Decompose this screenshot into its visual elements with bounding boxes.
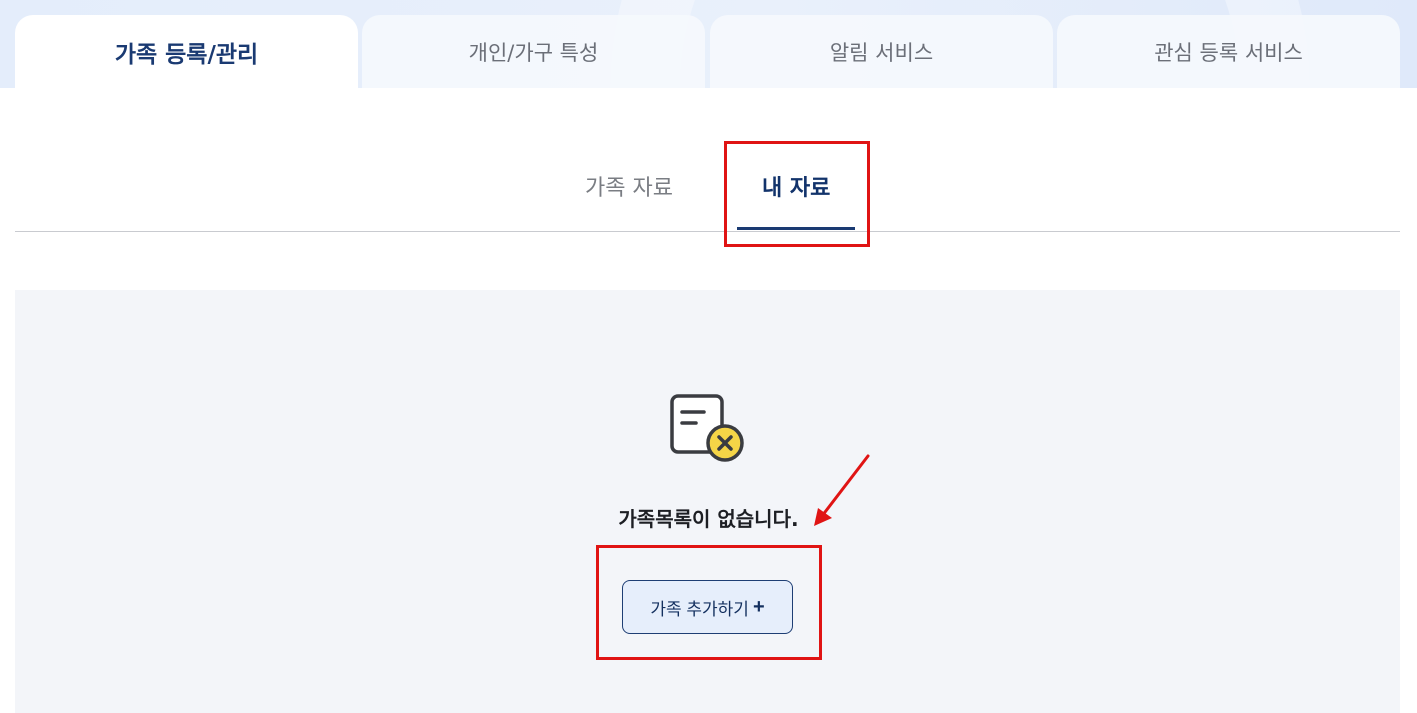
tab-family-management[interactable]: 가족 등록/관리 [15,15,358,88]
document-x-icon [670,394,744,462]
red-arrow-annotation [814,454,870,526]
tab-interest-registration[interactable]: 관심 등록 서비스 [1057,15,1400,88]
highlight-box-add-button [596,545,822,660]
highlight-box-my-data-tab [724,141,870,247]
tab-notification-service[interactable]: 알림 서비스 [710,15,1053,88]
sub-tab-family-data[interactable]: 가족 자료 [585,170,673,202]
tab-personal-household[interactable]: 개인/가구 특성 [362,15,705,88]
empty-list-message: 가족목록이 없습니다. [618,507,799,531]
sub-tabs: 가족 자료 내 자료 [15,140,1400,232]
